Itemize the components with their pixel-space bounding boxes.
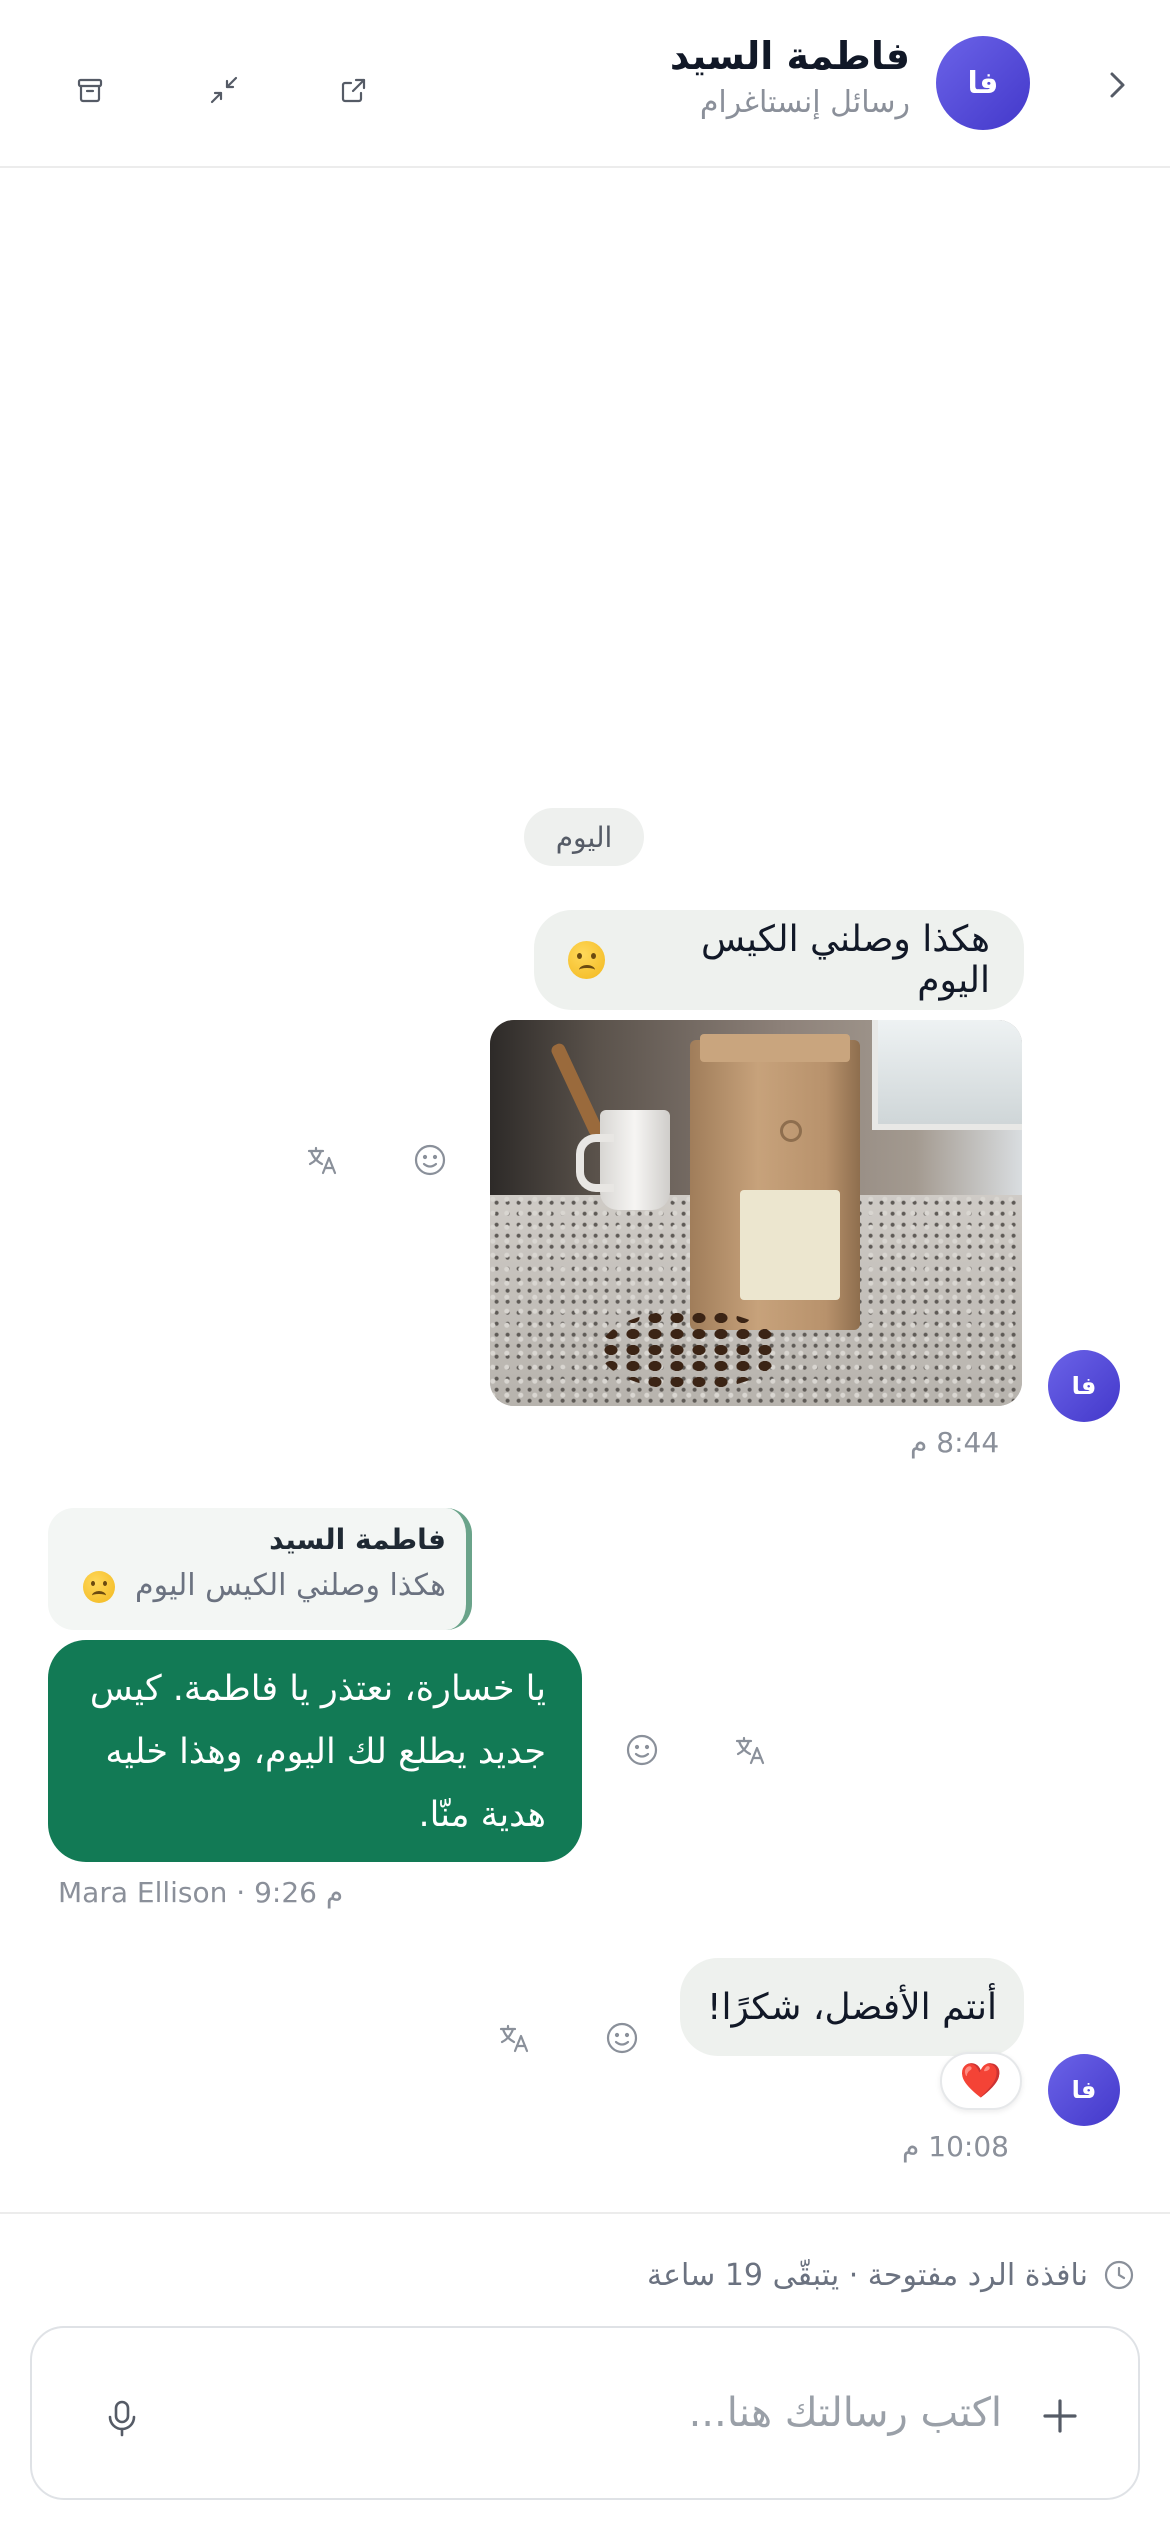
message-text: أنتم الأفضل، شكرًا! <box>707 1986 997 2028</box>
channel-label: رسائل إنستاغرام <box>699 85 910 120</box>
image-coffee-bag <box>690 1034 860 1330</box>
clock-icon <box>1104 2260 1134 2290</box>
message-composer <box>30 2326 1140 2500</box>
react-button[interactable] <box>614 1722 670 1778</box>
conversation-header: فاطمة السيد رسائل إنستاغرام فا <box>0 0 1170 168</box>
image-bag-label <box>740 1190 840 1300</box>
message-line: هدية منّا. <box>418 1795 546 1835</box>
translate-button[interactable] <box>486 2010 542 2066</box>
voice-message-button[interactable] <box>84 2380 160 2456</box>
incoming-message-bubble[interactable]: هكذا وصلني الكيس اليوم <box>534 910 1024 1010</box>
microphone-icon <box>108 2400 136 2437</box>
heart-reaction: ❤️ <box>959 2061 1003 2101</box>
quoted-text-row: هكذا وصلني الكيس اليوم <box>66 1564 446 1608</box>
open-external-button[interactable] <box>316 52 392 128</box>
react-button[interactable] <box>402 1132 458 1188</box>
message-image[interactable] <box>490 1020 1022 1406</box>
minimize-icon <box>210 76 238 104</box>
image-mug <box>576 1110 670 1210</box>
message-meta: Mara Ellison · 9:26 م <box>58 1876 344 1909</box>
message-text: هكذا وصلني الكيس اليوم <box>700 919 990 1001</box>
day-separator: اليوم <box>524 808 644 866</box>
image-coffee-beans <box>600 1310 780 1390</box>
chevron-right-icon <box>1110 72 1125 98</box>
translate-button[interactable] <box>294 1132 350 1188</box>
translate-icon <box>499 2024 529 2053</box>
quoted-reply[interactable]: فاطمة السيد هكذا وصلني الكيس اليوم <box>48 1508 472 1630</box>
archive-icon <box>77 78 103 103</box>
quoted-sender: فاطمة السيد <box>269 1523 446 1556</box>
smiley-icon <box>414 1144 446 1176</box>
translate-icon <box>307 1146 337 1175</box>
message-line: جديد يطلع لك اليوم، وهذا خليه <box>105 1732 546 1772</box>
footer-divider <box>0 2212 1170 2214</box>
smiley-icon <box>606 2022 638 2054</box>
image-bag-valve <box>780 1120 802 1142</box>
attach-button[interactable] <box>1022 2378 1098 2454</box>
contact-avatar[interactable]: فا <box>936 36 1030 130</box>
react-button[interactable] <box>594 2010 650 2066</box>
contact-name: فاطمة السيد <box>669 34 910 78</box>
contact-avatar-small[interactable]: فا <box>1048 2054 1120 2126</box>
frowning-face-emoji <box>83 1570 116 1603</box>
translate-button[interactable] <box>722 1722 778 1778</box>
message-time: 10:08 م <box>902 2130 1009 2163</box>
frowning-face-emoji <box>568 941 606 979</box>
incoming-message-bubble[interactable]: أنتم الأفضل، شكرًا! <box>680 1958 1024 2056</box>
image-window <box>872 1020 1022 1130</box>
external-link-icon <box>341 78 366 103</box>
contact-avatar-small[interactable]: فا <box>1048 1350 1120 1422</box>
quoted-text: هكذا وصلني الكيس اليوم <box>135 1568 446 1603</box>
message-line: يا خسارة، نعتذر يا فاطمة. كيس <box>89 1669 546 1709</box>
back-button[interactable] <box>1082 50 1152 120</box>
outgoing-message-bubble[interactable]: يا خسارة، نعتذر يا فاطمة. كيس جديد يطلع … <box>48 1640 582 1862</box>
archive-button[interactable] <box>52 52 128 128</box>
translate-icon <box>735 1736 765 1765</box>
message-time: 8:44 م <box>910 1426 1000 1459</box>
plus-icon <box>1043 2399 1077 2433</box>
reply-window-status: نافذة الرد مفتوحة · يتبقّى 19 ساعة <box>647 2250 1136 2300</box>
minimize-button[interactable] <box>186 52 262 128</box>
message-input[interactable] <box>182 2368 1002 2458</box>
reaction-chip[interactable]: ❤️ <box>940 2052 1022 2110</box>
contact-info: فاطمة السيد رسائل إنستاغرام <box>670 32 910 124</box>
smiley-icon <box>626 1734 658 1766</box>
reply-window-text: نافذة الرد مفتوحة · يتبقّى 19 ساعة <box>647 2257 1088 2293</box>
